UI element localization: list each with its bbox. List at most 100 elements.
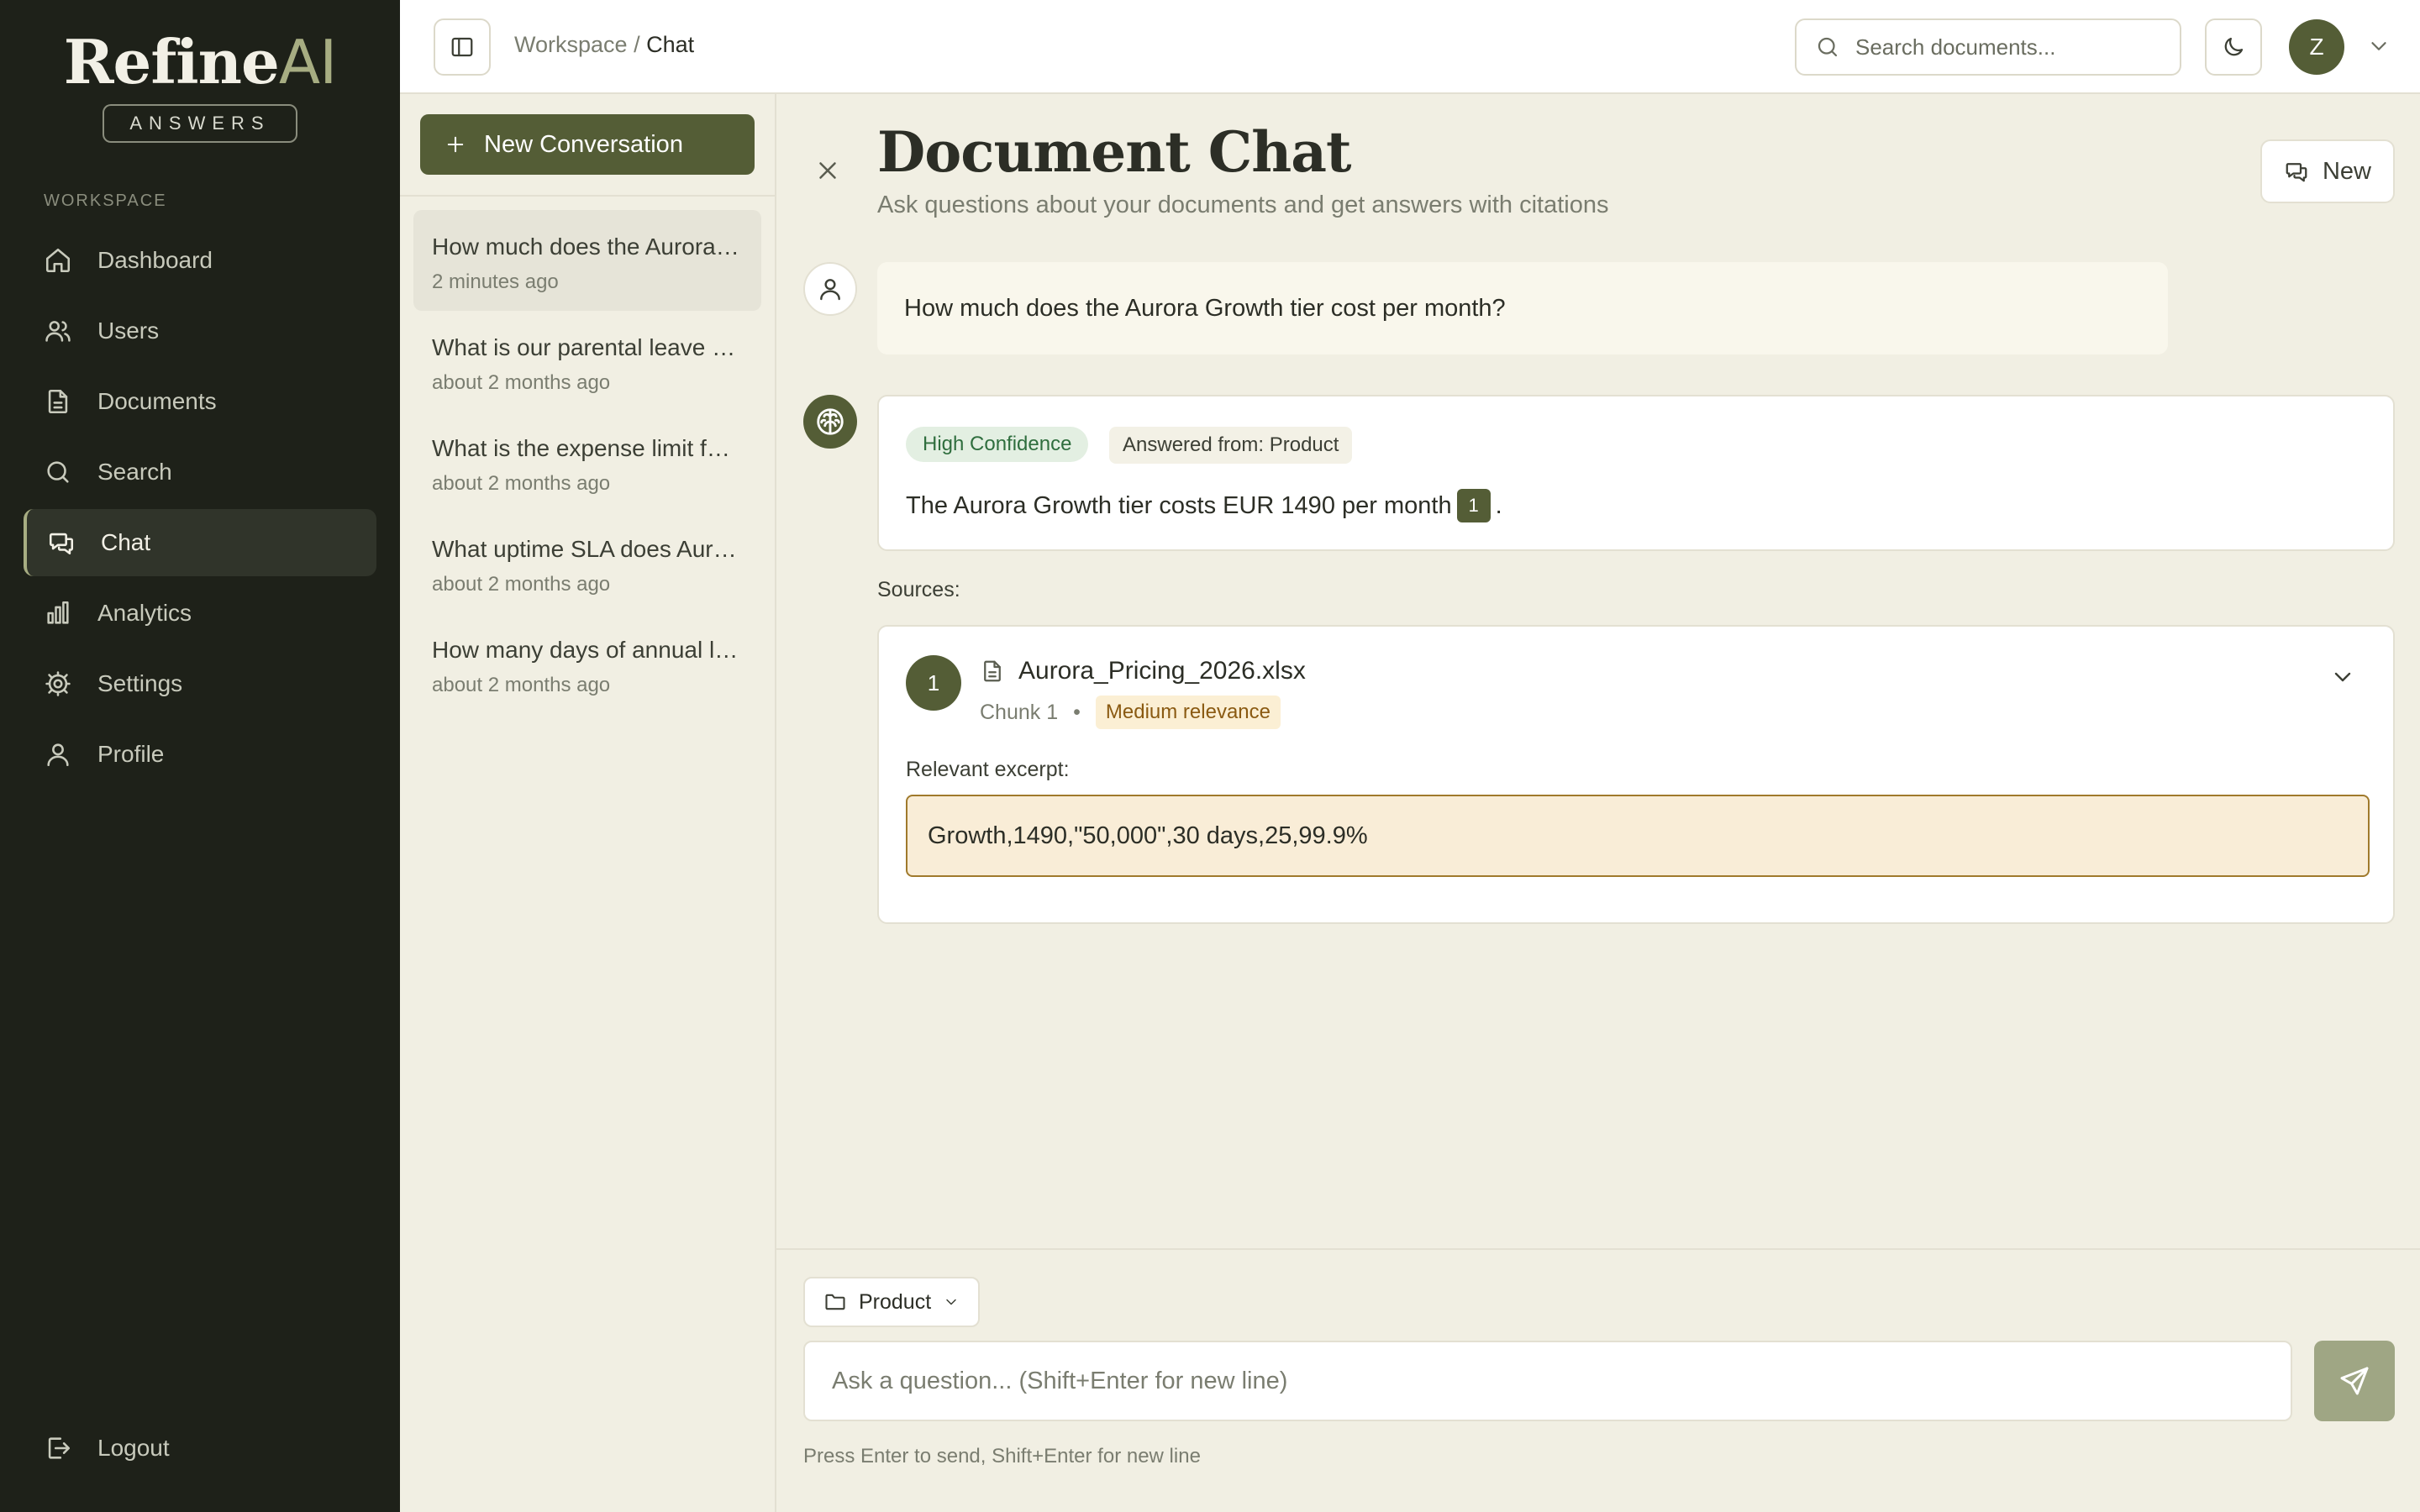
source-expand-toggle[interactable] [2329, 664, 2356, 690]
conversation-item[interactable]: What uptime SLA does Aurora offer? about… [413, 512, 761, 613]
logo-text: RefineAI [0, 32, 400, 93]
breadcrumb: Workspace / Chat [514, 32, 694, 58]
sidebar-item-label: Documents [97, 388, 217, 414]
document-icon [984, 660, 1001, 682]
sidebar-item-search[interactable]: Search [24, 438, 376, 506]
user-avatar [803, 262, 857, 316]
sidebar-item-settings[interactable]: Settings [24, 650, 376, 717]
user-message: How much does the Aurora Growth tier cos… [877, 262, 2168, 354]
logo-accent: AI [278, 27, 337, 97]
sources-label: Sources: [877, 578, 960, 601]
conversation-title: How many days of annual leave do I get? [432, 637, 743, 663]
panel-toggle-icon [451, 37, 473, 57]
close-button[interactable] [813, 156, 842, 185]
breadcrumb-current: Chat [646, 32, 695, 57]
chevron-down-icon [2371, 42, 2386, 50]
sidebar-item-dashboard[interactable]: Dashboard [24, 227, 376, 294]
sidebar-item-label: Chat [101, 529, 151, 555]
input-hint: Press Enter to send, Shift+Enter for new… [803, 1445, 1201, 1467]
sidebar-toggle-button[interactable] [434, 18, 491, 76]
new-conversation-label: New Conversation [484, 130, 683, 158]
search-placeholder: Search documents... [1855, 34, 2056, 60]
chat-icon [2286, 163, 2307, 182]
answer-end: . [1495, 491, 1502, 519]
conversation-time: about 2 months ago [432, 674, 611, 696]
logout-button[interactable]: Logout [24, 1415, 376, 1482]
send-icon [2340, 1367, 2369, 1395]
question-input[interactable] [803, 1341, 2292, 1421]
chat-panel: Document Chat Ask questions about your d… [776, 94, 2420, 1512]
topbar: Workspace / Chat Search documents... Z [400, 0, 2420, 94]
answer-text: The Aurora Growth tier costs EUR 1490 pe… [906, 489, 1502, 522]
excerpt-label: Relevant excerpt: [906, 758, 1070, 781]
conversation-time: about 2 months ago [432, 573, 611, 596]
new-chat-button[interactable]: New [2260, 139, 2395, 203]
source-number: 1 [906, 655, 961, 711]
breadcrumb-root[interactable]: Workspace [514, 32, 628, 57]
conversation-list: New Conversation How much does the Auror… [400, 94, 776, 1512]
breadcrumb-separator: / [634, 32, 640, 57]
document-icon [48, 389, 68, 414]
assistant-answer: High Confidence Answered from: Product T… [877, 395, 2395, 551]
conversation-item[interactable]: How much does the Aurora Growth tier cos… [413, 210, 761, 311]
close-icon [819, 162, 836, 179]
search-icon [1818, 37, 1838, 57]
sidebar-item-chat[interactable]: Chat [24, 509, 376, 576]
divider [776, 1248, 2420, 1250]
new-conversation-button[interactable]: New Conversation [420, 114, 755, 175]
sidebar-item-profile[interactable]: Profile [24, 721, 376, 788]
source-file[interactable]: Aurora_Pricing_2026.xlsx [980, 657, 1306, 685]
new-chat-label: New [2322, 157, 2371, 185]
logo-badge: ANSWERS [103, 104, 297, 143]
source-file-name: Aurora_Pricing_2026.xlsx [1018, 657, 1306, 685]
source-card: 1 Aurora_Pricing_2026.xlsx Chunk 1 • Med… [877, 625, 2395, 924]
assistant-avatar [803, 395, 857, 449]
search-input[interactable]: Search documents... [1795, 18, 2181, 76]
plus-icon [447, 136, 464, 153]
sidebar-item-documents[interactable]: Documents [24, 368, 376, 435]
conversation-title: What is the expense limit for travel? [432, 435, 743, 461]
sidebar-item-label: Settings [97, 670, 183, 696]
source-chunk: Chunk 1 [980, 700, 1059, 724]
avatar[interactable]: Z [2289, 19, 2344, 75]
user-icon [820, 279, 840, 301]
sidebar-nav: Dashboard Users Documents Search Chat An… [24, 227, 376, 791]
relevance-badge: Medium relevance [1095, 696, 1281, 729]
conversation-item[interactable]: What is the expense limit for travel? ab… [413, 412, 761, 512]
home-icon [45, 248, 71, 273]
search-icon [47, 461, 69, 483]
logout-section: Logout [24, 1415, 376, 1485]
send-button[interactable] [2314, 1341, 2395, 1421]
sidebar-item-label: Analytics [97, 600, 192, 626]
confidence-badge: High Confidence [906, 427, 1089, 462]
conversation-time: 2 minutes ago [432, 270, 559, 293]
page-title: Document Chat [877, 119, 1351, 185]
conversation-time: about 2 months ago [432, 371, 611, 394]
conversation-item[interactable]: What is our parental leave policy? about… [413, 311, 761, 412]
sidebar-item-label: Dashboard [97, 247, 213, 273]
citation-marker[interactable]: 1 [1456, 489, 1491, 522]
source-scope-badge: Answered from: Product [1109, 427, 1353, 464]
folder-select[interactable]: Product [803, 1277, 980, 1327]
excerpt-text: Growth,1490,"50,000",30 days,25,99.9% [906, 795, 2370, 877]
conversation-title: What uptime SLA does Aurora offer? [432, 536, 743, 562]
user-icon [47, 743, 69, 767]
answer-body: The Aurora Growth tier costs EUR 1490 pe… [906, 491, 1452, 519]
workspace-section-label: WORKSPACE [44, 192, 167, 210]
brain-icon [817, 408, 844, 435]
logo[interactable]: RefineAI ANSWERS [0, 32, 400, 143]
logout-icon [48, 1437, 71, 1459]
logout-label: Logout [97, 1435, 170, 1461]
gear-icon [45, 671, 71, 696]
source-meta: Chunk 1 • Medium relevance [980, 696, 1281, 729]
conversation-item[interactable]: How many days of annual leave do I get? … [413, 613, 761, 714]
logo-main: Refine [63, 26, 280, 97]
sidebar-item-analytics[interactable]: Analytics [24, 580, 376, 647]
theme-toggle-button[interactable] [2205, 18, 2262, 76]
sidebar-item-users[interactable]: Users [24, 297, 376, 365]
chevron-down-icon [2334, 672, 2351, 682]
folder-select-label: Product [859, 1289, 932, 1314]
account-menu-toggle[interactable] [2366, 34, 2391, 59]
users-icon [45, 321, 71, 342]
folder-icon [825, 1294, 845, 1310]
